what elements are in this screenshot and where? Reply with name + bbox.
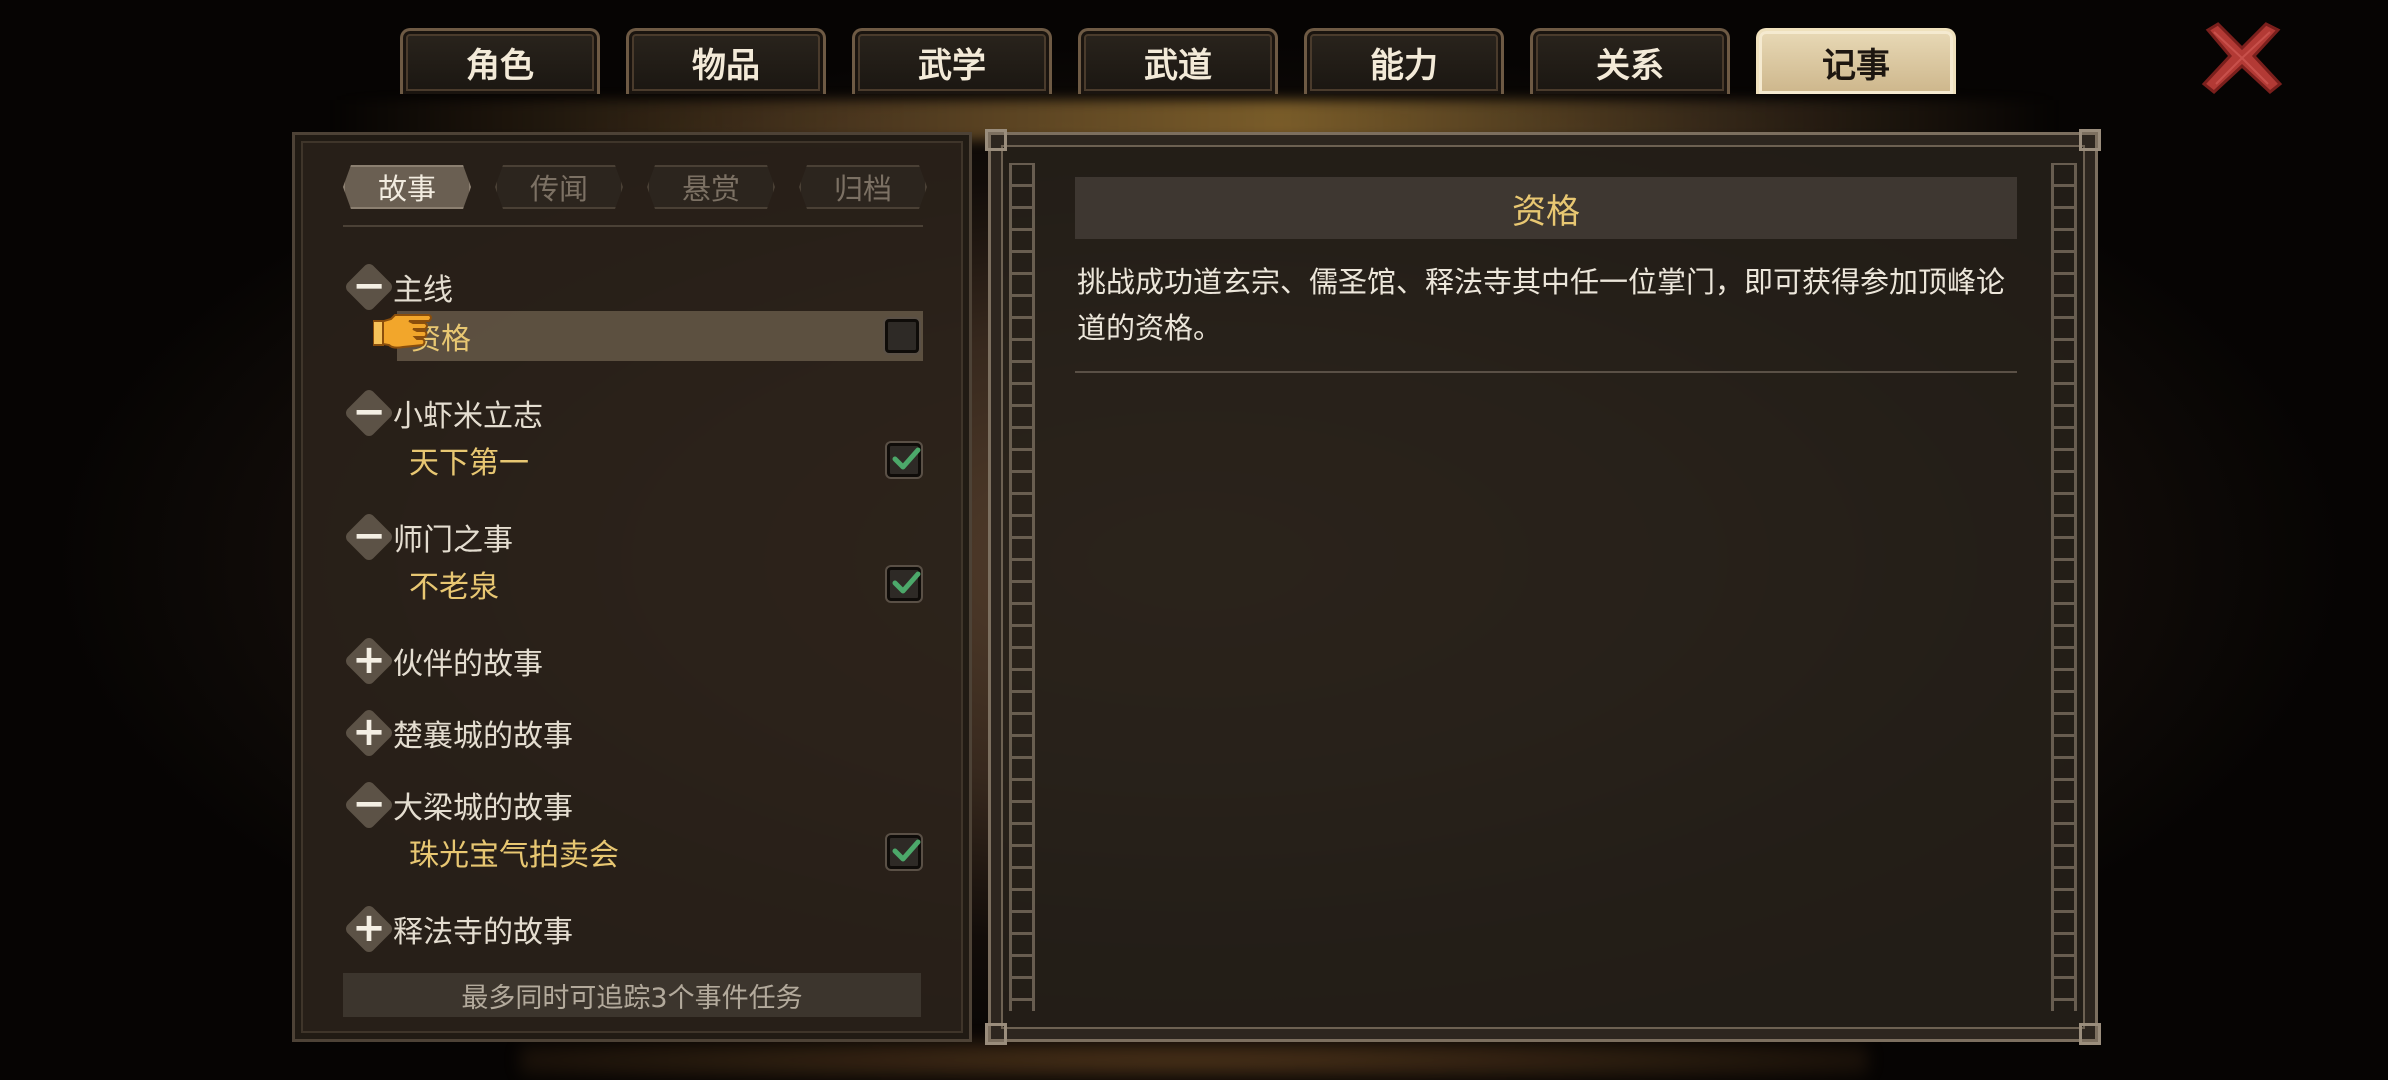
quest-item-qualification[interactable]: 资格 [373, 311, 923, 361]
collapse-toggle-icon[interactable]: − [343, 511, 395, 563]
category-sect-affairs[interactable]: − 师门之事 [343, 509, 513, 565]
close-x-icon [2201, 22, 2283, 94]
tracking-limit-note: 最多同时可追踪3个事件任务 [343, 973, 921, 1017]
category-label: 主线 [393, 273, 453, 308]
fret-border-decoration [1009, 163, 1035, 1011]
divider [1075, 371, 2017, 373]
journal-subtabs: 故事 传闻 悬赏 归档 [343, 165, 927, 209]
category-label: 大梁城的故事 [393, 791, 573, 826]
quest-item-world-first[interactable]: 天下第一 [395, 435, 925, 485]
detail-title: 资格 [1075, 177, 2017, 239]
background-glow [520, 1040, 1868, 1080]
subtab-stories[interactable]: 故事 [343, 165, 471, 209]
track-checkbox[interactable] [885, 319, 919, 353]
category-label: 释法寺的故事 [393, 915, 573, 950]
tab-items[interactable]: 物品 [626, 28, 826, 94]
collapse-toggle-icon[interactable]: − [343, 261, 395, 313]
category-companion-stories[interactable]: + 伙伴的故事 [343, 633, 543, 689]
quest-detail-panel: 资格 挑战成功道玄宗、儒圣馆、释法寺其中任一位掌门，即可获得参加顶峰论道的资格。 [985, 129, 2101, 1045]
category-shrimp-ambition[interactable]: − 小虾米立志 [343, 385, 543, 441]
collapse-toggle-icon[interactable]: − [343, 387, 395, 439]
tab-journal[interactable]: 记事 [1756, 28, 1956, 94]
category-daliang-stories[interactable]: − 大梁城的故事 [343, 777, 573, 833]
main-tabs: 角色 物品 武学 武道 能力 关系 记事 [400, 28, 1956, 98]
corner-ornament [2079, 129, 2101, 151]
category-shifa-temple-stories[interactable]: + 释法寺的故事 [343, 901, 573, 957]
corner-ornament [2079, 1023, 2101, 1045]
tab-martial-way[interactable]: 武道 [1078, 28, 1278, 94]
subtab-rumors[interactable]: 传闻 [495, 165, 623, 209]
subtab-archive[interactable]: 归档 [799, 165, 927, 209]
corner-ornament [985, 1023, 1007, 1045]
tab-relations[interactable]: 关系 [1530, 28, 1730, 94]
divider [343, 225, 923, 227]
track-checkbox[interactable] [887, 443, 921, 477]
quest-item-fountain-of-youth[interactable]: 不老泉 [395, 559, 925, 609]
subtab-bounties[interactable]: 悬赏 [647, 165, 775, 209]
quest-list-panel: 故事 传闻 悬赏 归档 − 主线 资格 − 小虾米立志 天下第一 − 师门之事 … [292, 132, 972, 1042]
quest-item-jewel-auction[interactable]: 珠光宝气拍卖会 [395, 827, 925, 877]
category-main-quest[interactable]: − 主线 [343, 259, 453, 315]
track-checkbox[interactable] [887, 567, 921, 601]
category-label: 小虾米立志 [393, 399, 543, 434]
collapse-toggle-icon[interactable]: − [343, 779, 395, 831]
close-button[interactable] [2200, 20, 2284, 96]
corner-ornament [985, 129, 1007, 151]
checkmark-icon [892, 839, 921, 862]
tab-abilities[interactable]: 能力 [1304, 28, 1504, 94]
detail-description: 挑战成功道玄宗、儒圣馆、释法寺其中任一位掌门，即可获得参加顶峰论道的资格。 [1077, 265, 2006, 345]
fret-border-decoration [2051, 163, 2077, 1011]
category-chuxiang-stories[interactable]: + 楚襄城的故事 [343, 705, 573, 761]
checkmark-icon [892, 447, 921, 470]
expand-toggle-icon[interactable]: + [343, 707, 395, 759]
category-label: 伙伴的故事 [393, 647, 543, 682]
category-label: 楚襄城的故事 [393, 719, 573, 754]
expand-toggle-icon[interactable]: + [343, 903, 395, 955]
category-label: 师门之事 [393, 523, 513, 558]
track-checkbox[interactable] [887, 835, 921, 869]
pointing-hand-icon [373, 314, 432, 349]
tab-character[interactable]: 角色 [400, 28, 600, 94]
tab-martial-arts[interactable]: 武学 [852, 28, 1052, 94]
checkmark-icon [892, 571, 921, 594]
expand-toggle-icon[interactable]: + [343, 635, 395, 687]
